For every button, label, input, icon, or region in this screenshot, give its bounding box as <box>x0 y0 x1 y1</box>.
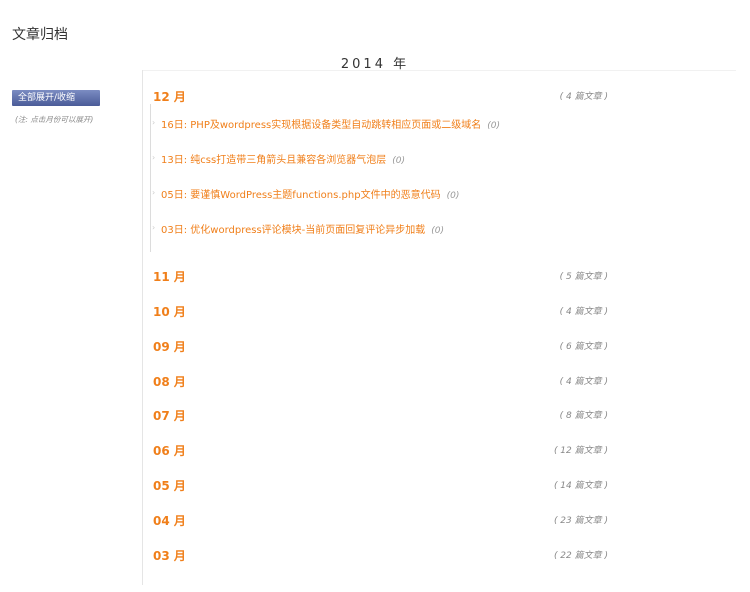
page-title: 文章归档 <box>12 27 68 43</box>
month-row-10[interactable]: 10 月 ( 4 篇文章 ) <box>153 303 608 319</box>
month-row-03[interactable]: 03 月 ( 22 篇文章 ) <box>153 547 608 563</box>
tree-bullet-icon: › <box>152 153 156 162</box>
month-post-count: ( 23 篇文章 ) <box>553 516 608 526</box>
month-label[interactable]: 06 月 <box>153 442 186 459</box>
month-label[interactable]: 08 月 <box>153 373 186 390</box>
month-post-count: ( 4 篇文章 ) <box>559 307 608 317</box>
month-post-count: ( 14 篇文章 ) <box>553 481 608 491</box>
month-post-count: ( 22 篇文章 ) <box>553 551 608 561</box>
month-label[interactable]: 04 月 <box>153 512 186 529</box>
post-link[interactable]: 13日: 纯css打造带三角箭头且兼容各浏览器气泡层 (0) <box>161 151 405 166</box>
month-label[interactable]: 11 月 <box>153 268 186 285</box>
month-label[interactable]: 07 月 <box>153 407 186 424</box>
month-row-12[interactable]: 12 月 ( 4 篇文章 ) <box>153 88 608 104</box>
toggle-all-button[interactable]: 全部展开/收缩 <box>12 90 100 106</box>
month-label[interactable]: 05 月 <box>153 477 186 494</box>
post-comment-count: (0) <box>431 226 445 236</box>
month-row-05[interactable]: 05 月 ( 14 篇文章 ) <box>153 477 608 493</box>
year-divider <box>142 70 736 71</box>
month-post-count: ( 4 篇文章 ) <box>559 92 608 102</box>
post-comment-count: (0) <box>392 156 405 166</box>
tree-bullet-icon: › <box>152 118 156 127</box>
month-post-count: ( 8 篇文章 ) <box>559 411 608 421</box>
month-row-04[interactable]: 04 月 ( 23 篇文章 ) <box>153 512 608 528</box>
post-comment-count: (0) <box>487 121 500 131</box>
post-link[interactable]: 05日: 要谨慎WordPress主题functions.php文件中的恶意代码… <box>161 186 459 201</box>
toggle-hint: (注: 点击月份可以展开) <box>15 115 94 124</box>
month-row-11[interactable]: 11 月 ( 5 篇文章 ) <box>153 268 608 284</box>
post-link[interactable]: 16日: PHP及wordpress实现根据设备类型自动跳转相应页面或二级域名 (… <box>161 116 500 131</box>
post-title[interactable]: 03日: 优化wordpress评论模块-当前页面回复评论异步加载 <box>161 225 425 236</box>
post-title[interactable]: 13日: 纯css打造带三角箭头且兼容各浏览器气泡层 <box>161 155 386 166</box>
tree-bullet-icon: › <box>152 188 156 197</box>
month-label[interactable]: 03 月 <box>153 547 186 564</box>
post-comment-count: (0) <box>446 191 460 201</box>
month-row-09[interactable]: 09 月 ( 6 篇文章 ) <box>153 338 608 354</box>
month-post-count: ( 4 篇文章 ) <box>559 377 608 387</box>
post-title[interactable]: 05日: 要谨慎WordPress主题functions.php文件中的恶意代码 <box>161 190 441 201</box>
month-label[interactable]: 12 月 <box>153 88 186 105</box>
month-label[interactable]: 10 月 <box>153 303 186 320</box>
month-post-count: ( 6 篇文章 ) <box>559 342 608 352</box>
post-title[interactable]: 16日: PHP及wordpress实现根据设备类型自动跳转相应页面或二级域名 <box>161 120 481 131</box>
month-post-count: ( 12 篇文章 ) <box>553 446 608 456</box>
month-post-count: ( 5 篇文章 ) <box>559 272 608 282</box>
sidebar-divider <box>142 70 143 585</box>
month-row-07[interactable]: 07 月 ( 8 篇文章 ) <box>153 407 608 423</box>
month-row-08[interactable]: 08 月 ( 4 篇文章 ) <box>153 373 608 389</box>
post-link[interactable]: 03日: 优化wordpress评论模块-当前页面回复评论异步加载 (0) <box>161 221 444 236</box>
month-row-06[interactable]: 06 月 ( 12 篇文章 ) <box>153 442 608 458</box>
post-tree-line <box>150 104 151 252</box>
tree-bullet-icon: › <box>152 223 156 232</box>
month-label[interactable]: 09 月 <box>153 338 186 355</box>
